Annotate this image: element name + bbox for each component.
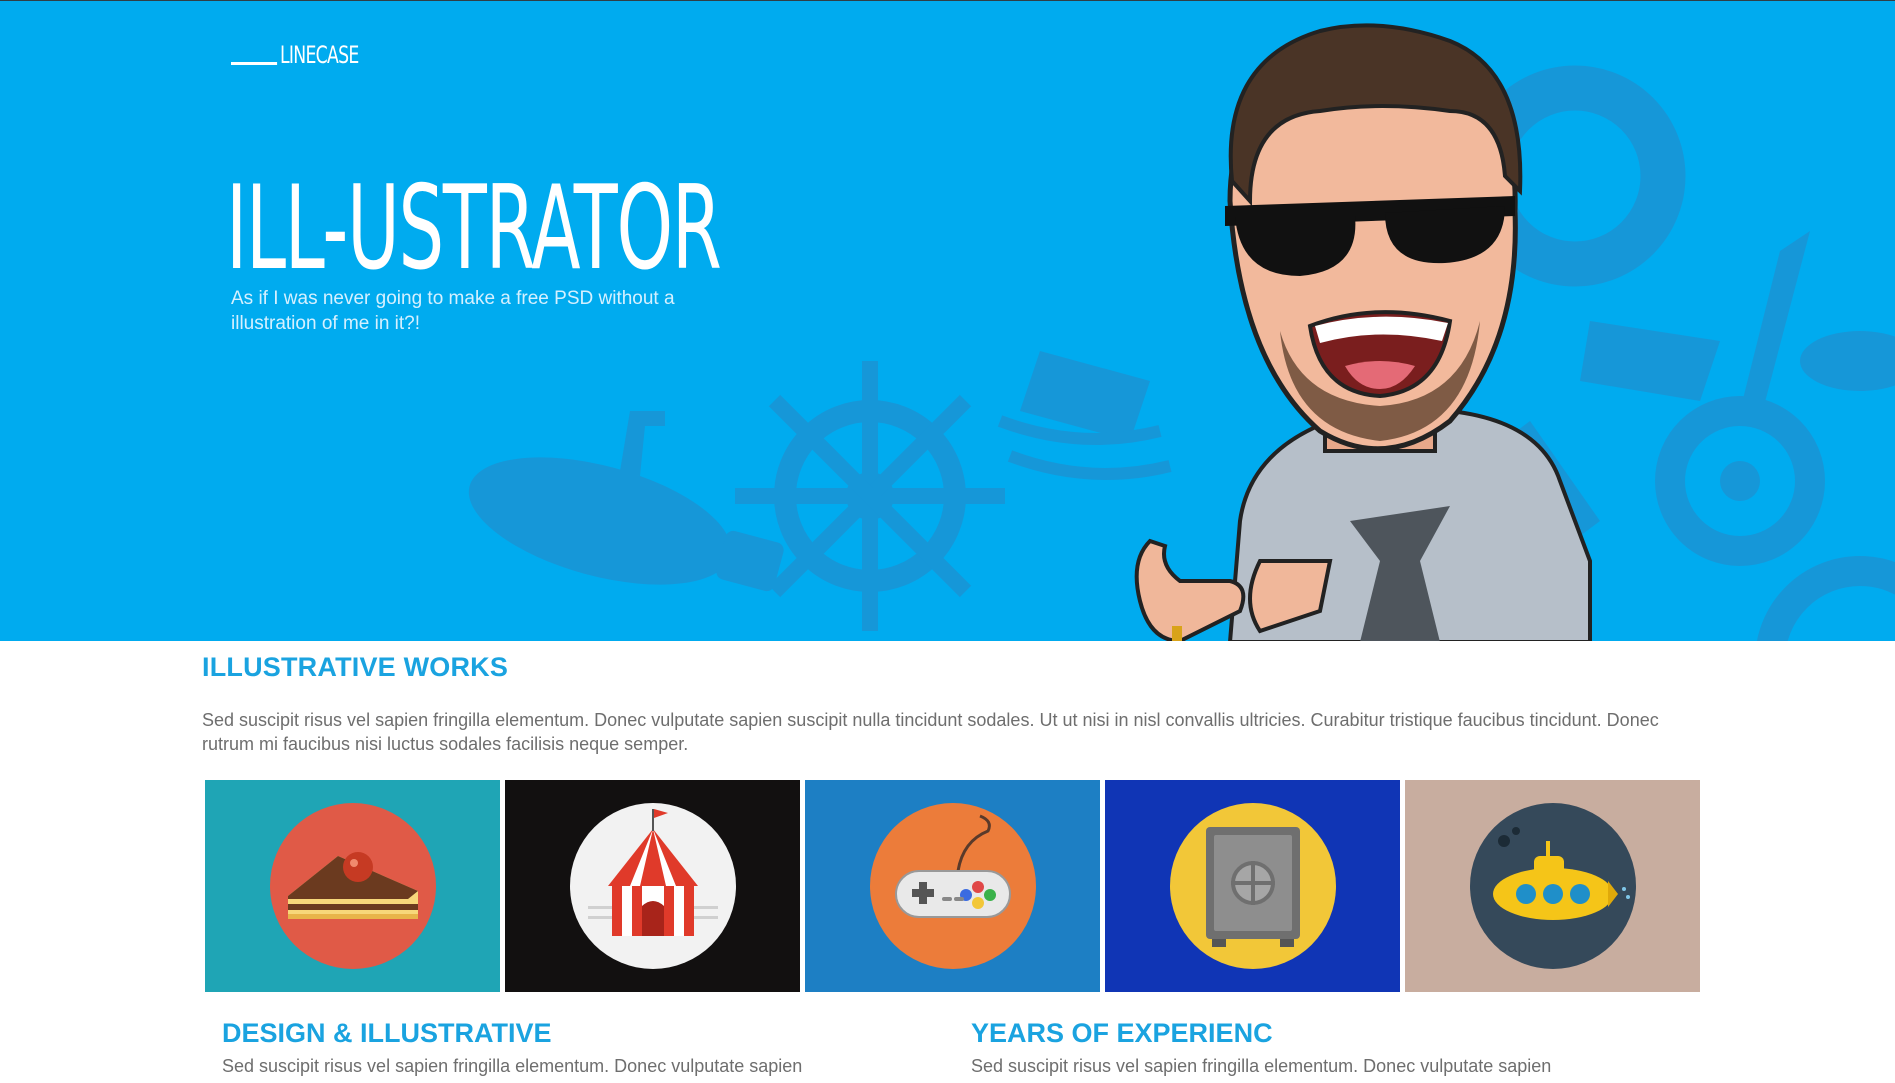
years-experience-column: YEARS OF EXPERIENC Sed suscipit risus ve… [971, 1018, 1671, 1079]
caricature-illustration [1134, 23, 1592, 641]
design-illustrative-text: Sed suscipit risus vel sapien fringilla … [222, 1056, 803, 1076]
submarine-icon [1469, 803, 1636, 969]
hero-banner: LINECASE ILL-USTRATOR As if I was never … [0, 0, 1895, 641]
hero-title: ILL-USTRATOR [226, 161, 722, 296]
work-tile-circus[interactable] [505, 780, 800, 992]
works-title: ILLUSTRATIVE WORKS [202, 652, 509, 682]
work-tile-submarine[interactable] [1405, 780, 1700, 992]
works-gallery [205, 780, 1700, 992]
work-tile-cake[interactable] [205, 780, 500, 992]
design-illustrative-title: DESIGN & ILLUSTRATIVE [222, 1018, 552, 1048]
circus-tent-icon [569, 803, 736, 969]
years-experience-text: Sed suscipit risus vel sapien fringilla … [971, 1056, 1552, 1076]
years-experience-title: YEARS OF EXPERIENC [971, 1018, 1273, 1048]
cake-icon [269, 803, 436, 969]
hero-subtitle: As if I was never going to make a free P… [231, 288, 675, 334]
logo-text: LINECASE [279, 41, 359, 69]
site-logo[interactable]: LINECASE [231, 41, 359, 69]
work-tile-gamepad[interactable] [805, 780, 1100, 992]
gamepad-icon [869, 803, 1036, 969]
work-tile-safe[interactable] [1105, 780, 1400, 992]
works-description: Sed suscipit risus vel sapien fringilla … [202, 710, 1659, 754]
design-illustrative-column: DESIGN & ILLUSTRATIVE Sed suscipit risus… [222, 1018, 922, 1079]
safe-icon [1169, 803, 1336, 969]
logo-bar [231, 62, 278, 65]
